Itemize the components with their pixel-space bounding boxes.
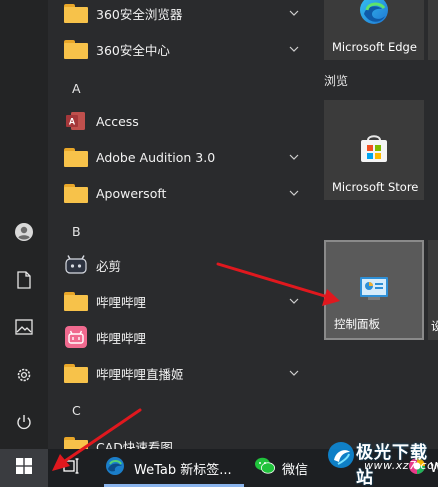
windows-logo-icon bbox=[16, 458, 32, 478]
tile-label: 控制面板 bbox=[334, 317, 380, 331]
start-menu: 360安全浏览器 360安全中心 A A Access Adobe Auditi… bbox=[0, 0, 438, 449]
chevron-down-icon bbox=[288, 187, 300, 199]
tile-microsoft-store[interactable]: Microsoft Store bbox=[324, 100, 424, 200]
watermark-url: www.xz7.com bbox=[364, 459, 438, 472]
control-panel-icon bbox=[359, 275, 389, 305]
list-item-folder[interactable]: Adobe Audition 3.0 bbox=[48, 139, 312, 175]
tile-partial-right[interactable]: 设 bbox=[428, 240, 438, 340]
bijian-icon bbox=[62, 251, 90, 279]
taskbar-app-wechat[interactable]: 微信 bbox=[254, 449, 316, 487]
tile-microsoft-edge[interactable]: Microsoft Edge bbox=[324, 0, 424, 60]
pictures-button[interactable] bbox=[0, 305, 48, 349]
list-item-folder[interactable]: Apowersoft bbox=[48, 175, 312, 211]
documents-button[interactable] bbox=[0, 258, 48, 302]
chevron-down-icon bbox=[288, 367, 300, 379]
task-view-button[interactable] bbox=[56, 449, 88, 487]
list-item-folder[interactable]: 360安全中心 bbox=[48, 31, 312, 67]
taskbar-app-label: 微信 bbox=[282, 462, 309, 478]
folder-icon bbox=[62, 143, 90, 171]
tile-label: Microsoft Store bbox=[332, 180, 419, 194]
list-item-label: 哔哩哔哩 bbox=[96, 294, 147, 310]
section-header-a[interactable]: A bbox=[48, 70, 312, 106]
pictures-icon bbox=[15, 319, 33, 335]
section-letter: C bbox=[72, 402, 81, 418]
app-list: 360安全浏览器 360安全中心 A A Access Adobe Auditi… bbox=[48, 0, 312, 449]
list-item-label: Apowersoft bbox=[96, 185, 167, 201]
user-icon bbox=[14, 222, 34, 242]
chevron-down-icon bbox=[288, 7, 300, 19]
start-left-rail bbox=[0, 0, 48, 449]
taskbar-app-wetab[interactable]: WeTab 新标签... bbox=[104, 449, 244, 487]
watermark: 极光下载站 www.xz7.com bbox=[326, 438, 438, 487]
list-item-label: 哔哩哔哩直播姬 bbox=[96, 366, 184, 382]
tile-control-panel[interactable]: 控制面板 bbox=[324, 240, 424, 340]
user-account-button[interactable] bbox=[0, 210, 48, 254]
power-button[interactable] bbox=[0, 400, 48, 444]
tile-label: Microsoft Edge bbox=[332, 40, 417, 54]
section-header-b[interactable]: B bbox=[48, 213, 312, 249]
store-icon bbox=[358, 132, 390, 168]
list-item-bijian[interactable]: 必剪 bbox=[48, 247, 312, 283]
power-icon bbox=[15, 413, 33, 431]
folder-icon bbox=[62, 35, 90, 63]
bilibili-icon bbox=[62, 323, 90, 351]
list-item-label: Access bbox=[96, 113, 139, 129]
list-item-folder[interactable]: 哔哩哔哩 bbox=[48, 283, 312, 319]
task-view-icon bbox=[63, 458, 81, 478]
watermark-logo bbox=[326, 440, 356, 474]
list-item-label: CAD快速看图 bbox=[96, 439, 173, 450]
folder-icon bbox=[62, 287, 90, 315]
folder-icon bbox=[62, 0, 90, 27]
taskbar-app-label: WeTab 新标签... bbox=[134, 462, 232, 478]
access-icon: A bbox=[62, 107, 90, 135]
list-item-bilibili[interactable]: 哔哩哔哩 bbox=[48, 319, 312, 355]
section-letter: B bbox=[72, 223, 81, 239]
chevron-down-icon bbox=[288, 43, 300, 55]
section-header-c[interactable]: C bbox=[48, 392, 312, 428]
list-item-label: 360安全浏览器 bbox=[96, 6, 183, 22]
chevron-down-icon bbox=[288, 151, 300, 163]
section-letter: A bbox=[72, 80, 81, 96]
list-item-label: 必剪 bbox=[96, 258, 122, 274]
tile-label: 设 bbox=[431, 319, 438, 333]
tile-group-label: 浏览 bbox=[324, 74, 349, 88]
chevron-down-icon bbox=[288, 295, 300, 307]
list-item-folder[interactable]: 360安全浏览器 bbox=[48, 0, 312, 31]
folder-icon bbox=[62, 179, 90, 207]
list-item-label: 哔哩哔哩 bbox=[96, 330, 147, 346]
tile-partial-top[interactable] bbox=[428, 0, 438, 60]
settings-button[interactable] bbox=[0, 353, 48, 397]
list-item-folder[interactable]: 哔哩哔哩直播姬 bbox=[48, 355, 312, 391]
list-item-label: 360安全中心 bbox=[96, 42, 170, 58]
start-button[interactable] bbox=[0, 449, 48, 487]
wechat-icon bbox=[254, 456, 276, 480]
list-item-folder[interactable]: CAD快速看图 bbox=[48, 428, 312, 449]
list-item-access[interactable]: A Access bbox=[48, 103, 312, 139]
svg-text:A: A bbox=[69, 117, 76, 127]
folder-icon bbox=[62, 359, 90, 387]
folder-icon bbox=[62, 432, 90, 449]
list-item-label: Adobe Audition 3.0 bbox=[96, 149, 216, 165]
wetab-icon bbox=[104, 455, 126, 481]
document-icon bbox=[16, 271, 32, 289]
edge-icon bbox=[358, 0, 390, 30]
gear-icon bbox=[15, 366, 33, 384]
